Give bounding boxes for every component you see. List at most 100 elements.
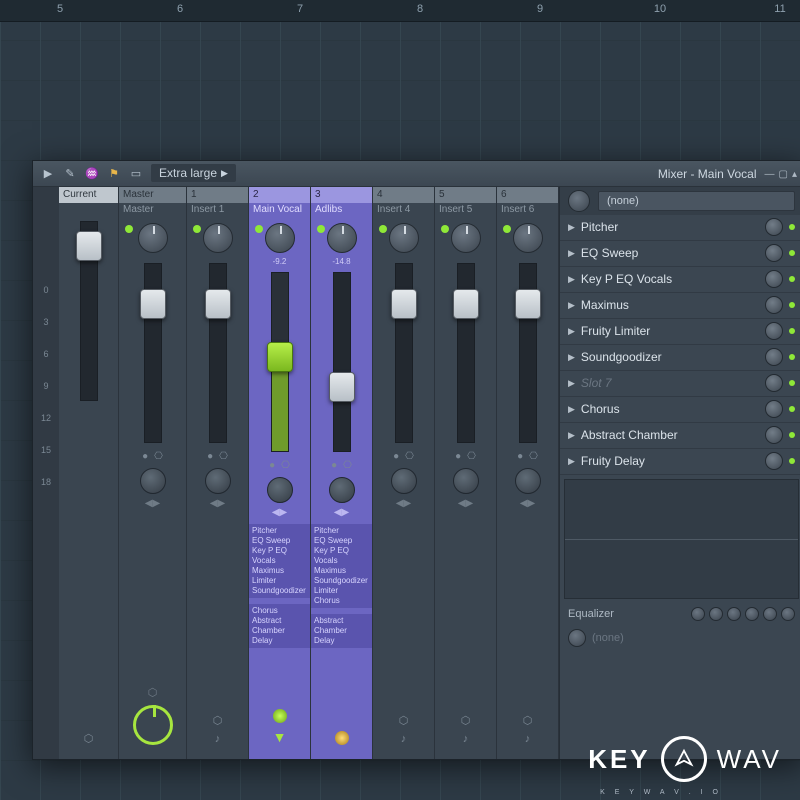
eq-display[interactable] [564,479,799,599]
route-icon[interactable]: ⬡ [523,714,533,727]
box-icon[interactable]: ▭ [129,166,143,180]
route-icon[interactable]: ⬡ [213,714,223,727]
timeline-ruler[interactable]: 567891011 [0,0,800,22]
route-icon[interactable]: ⬡ [84,732,94,745]
minimize-button[interactable]: — [765,169,775,180]
headphone-icon[interactable]: ♪ [215,733,221,745]
mute-led[interactable] [255,225,263,233]
fader-handle[interactable] [267,342,293,372]
rack-selector[interactable]: (none) [598,191,795,211]
mixer-track[interactable]: 1Insert 1 ●⎔◀▶ ⬡ ♪ [187,187,249,759]
track-name[interactable]: Main Vocal [249,203,310,217]
mixer-track[interactable]: 3Adlibs-14.8 ●⎔◀▶PitcherEQ SweepKey P EQ… [311,187,373,759]
headphone-icon[interactable]: ♪ [525,733,531,745]
track-name[interactable]: Insert 6 [497,203,558,217]
effect-slot[interactable]: ▶ Slot 7 [560,371,800,397]
fader-handle[interactable] [205,289,231,319]
effect-slot[interactable]: ▶ Maximus [560,293,800,319]
mix-knob[interactable] [765,218,783,236]
mix-knob[interactable] [765,400,783,418]
mixer-track[interactable]: 2Main Vocal-9.2 ●⎔◀▶PitcherEQ SweepKey P… [249,187,311,759]
pan-knob[interactable] [389,223,419,253]
mixer-track[interactable]: 4Insert 4 ●⎔◀▶ ⬡ ♪ [373,187,435,759]
route-icon[interactable]: ⬡ [461,714,471,727]
pan-knob[interactable] [327,223,357,253]
fader[interactable] [384,263,424,443]
enable-led[interactable] [789,328,795,334]
enable-led[interactable] [789,354,795,360]
track-name[interactable]: Insert 5 [435,203,496,217]
track-name[interactable]: Insert 1 [187,203,248,217]
stereo-knob[interactable] [391,468,417,494]
fader[interactable] [260,272,300,452]
record-icon[interactable]: ● [393,451,399,462]
mute-led[interactable] [317,225,325,233]
fader-handle[interactable] [515,289,541,319]
stereo-knob[interactable] [267,477,293,503]
fader[interactable] [133,263,173,443]
rack-reset-knob[interactable] [568,190,590,212]
effect-slot[interactable]: ▶ Key P EQ Vocals [560,267,800,293]
headphone-icon[interactable]: ♪ [463,733,469,745]
preset-selector[interactable]: Extra large ▶ [151,164,236,182]
fader[interactable] [69,221,109,401]
effect-slot[interactable]: ▶ Abstract Chamber [560,423,800,449]
fx-icon[interactable]: ⎔ [467,451,476,462]
fx-icon[interactable]: ⎔ [281,460,290,471]
effect-slot[interactable]: ▶ EQ Sweep [560,241,800,267]
route-lamp-icon[interactable] [335,731,349,745]
play-icon[interactable]: ▶ [41,166,55,180]
enable-led[interactable] [789,432,795,438]
record-icon[interactable]: ● [455,451,461,462]
record-icon[interactable]: ● [142,451,148,462]
maximize-button[interactable]: ▢ [779,169,788,180]
eq-knob[interactable] [691,607,705,621]
track-name[interactable]: Adlibs [311,203,372,217]
flag-icon[interactable]: ⚑ [107,166,121,180]
enable-led[interactable] [789,276,795,282]
mute-led[interactable] [379,225,387,233]
mix-knob[interactable] [765,296,783,314]
brush-icon[interactable]: ✎ [63,166,77,180]
pan-knob[interactable] [451,223,481,253]
fx-icon[interactable]: ⎔ [154,451,163,462]
enable-led[interactable] [789,458,795,464]
route-icon[interactable]: ⬡ [148,686,158,699]
stereo-knob[interactable] [140,468,166,494]
mix-knob[interactable] [765,426,783,444]
record-icon[interactable]: ● [269,460,275,471]
mute-led[interactable] [125,225,133,233]
fader-handle[interactable] [140,289,166,319]
eq-knob[interactable] [763,607,777,621]
effect-slot[interactable]: ▶ Soundgoodizer [560,345,800,371]
mixer-track[interactable]: Current ⬡ [59,187,119,759]
mute-led[interactable] [441,225,449,233]
eq-knob[interactable] [709,607,723,621]
eq-knob[interactable] [727,607,741,621]
pan-knob[interactable] [138,223,168,253]
mixer-track[interactable]: 6Insert 6 ●⎔◀▶ ⬡ ♪ [497,187,559,759]
fader[interactable] [198,263,238,443]
mix-knob[interactable] [765,348,783,366]
record-icon[interactable]: ● [331,460,337,471]
fader[interactable] [322,272,362,452]
effect-slot[interactable]: ▶ Pitcher [560,215,800,241]
mixer-track[interactable]: MasterMaster ●⎔◀▶ ⬡ [119,187,187,759]
pan-knob[interactable] [265,223,295,253]
route-lamp-icon[interactable] [273,709,287,723]
pan-knob[interactable] [513,223,543,253]
fader[interactable] [508,263,548,443]
stereo-knob[interactable] [515,468,541,494]
eq-reset-knob[interactable] [568,629,586,647]
headphone-icon[interactable]: ♪ [401,733,407,745]
enable-led[interactable] [789,250,795,256]
enable-led[interactable] [789,380,795,386]
fx-icon[interactable]: ⎔ [405,451,414,462]
eq-knob[interactable] [745,607,759,621]
stereo-knob[interactable] [329,477,355,503]
mix-knob[interactable] [765,322,783,340]
enable-led[interactable] [789,406,795,412]
route-icon[interactable]: ⬡ [399,714,409,727]
mix-knob[interactable] [765,374,783,392]
fader-handle[interactable] [391,289,417,319]
